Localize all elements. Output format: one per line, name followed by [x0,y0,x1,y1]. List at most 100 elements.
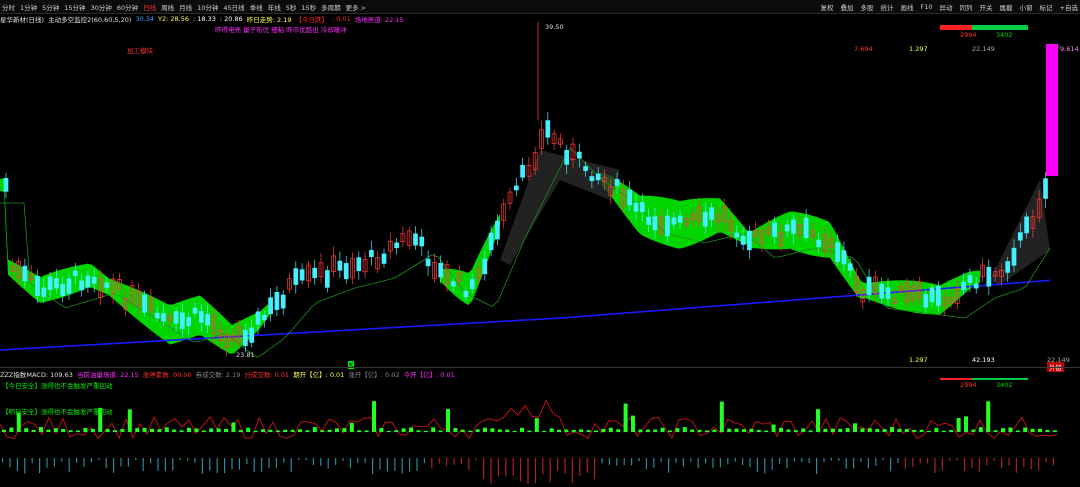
volume-bar [120,429,125,432]
candle-body [488,232,494,251]
candle-body [381,253,387,264]
volume-bar [320,430,325,432]
volume-bar [460,429,465,432]
candle-body [142,294,147,313]
volume-bar [638,429,643,432]
candle-body [639,202,645,212]
macd-histogram-bar [416,458,418,471]
candle-body [879,283,885,299]
candle-body [180,312,185,330]
volume-bar [31,430,36,432]
volume-bar [372,401,376,432]
candle-body [198,310,204,323]
volume-bar [660,427,665,432]
macd-histogram-bar [105,458,107,469]
volume-bar [46,429,51,432]
macd-note-2: 【明日安全】涨得也不会触发严重回动 [2,408,113,416]
volume-bar [978,427,983,432]
volume-bar [594,430,598,432]
macd-histogram-bar [224,458,226,474]
volume-bar [890,427,894,432]
volume-bar [431,427,436,432]
macd-histogram-bar [342,458,344,461]
candle-body [192,307,198,314]
candle-body [747,230,752,251]
volume-bar [764,430,769,432]
volume-bar [83,427,88,432]
volume-bar [142,427,147,432]
volume-bar [860,428,865,432]
macd-histogram-bar [475,458,477,461]
volume-bar [867,428,872,432]
volume-bar [986,401,991,432]
candle-body [413,233,418,246]
macd-histogram-bar [76,458,78,463]
macd-histogram-bar [142,458,144,472]
volume-bar [298,429,302,432]
macd-histogram-bar [135,458,137,461]
macd-histogram-bar [401,458,403,474]
volume-bar [542,430,547,432]
low-price-label: 23.81 [236,351,255,359]
macd-histogram-bar [557,458,559,471]
macd-histogram-bar [312,458,314,466]
macd-e: 分成交数: 0.01 [244,370,290,379]
volume-bar [801,428,806,432]
candle-body [986,266,992,287]
candle-body [369,250,374,258]
macd-histogram-bar [927,458,929,464]
macd-histogram-bar [446,458,448,467]
candle-body [343,263,349,280]
macd-histogram-bar [1023,458,1025,468]
volume-bar [505,429,510,432]
macd-d: 券成交数: 2.19 [195,370,241,379]
candle-body [469,278,475,289]
volume-bar [682,427,687,432]
macd-histogram-bar [668,458,670,473]
macd-histogram-bar [571,458,573,483]
volume-bar [734,428,739,432]
candle-body [205,314,210,326]
macd-histogram-bar [68,458,70,473]
macd-histogram-bar [682,458,684,467]
volume-bar [823,428,828,432]
candle-body [47,276,53,291]
macd-histogram-bar [941,458,943,471]
macd-histogram-bar [705,458,707,464]
volume-bar [527,430,532,432]
kline-chart[interactable] [0,0,1080,487]
macd-histogram-bar [209,458,211,471]
candle-body [772,222,777,237]
candle-body [261,314,267,321]
macd-histogram-bar [845,458,847,469]
volume-bar [1045,429,1050,432]
volume-bar [231,422,236,432]
candle-body [3,178,9,192]
volume-bar [934,427,939,432]
volume-bar [105,429,110,432]
volume-bar [601,428,606,432]
macd-histogram-bar [460,458,462,465]
volume-bar [705,430,709,432]
macd-histogram-bar [113,458,115,473]
volume-bar [586,430,591,432]
volume-bar [793,430,798,432]
macd-histogram-bar [372,458,374,474]
macd-histogram-bar [98,458,100,461]
macd-histogram-bar [1052,458,1054,466]
candle-body [847,263,853,271]
macd-histogram-bar [320,458,322,466]
candle-body [589,176,595,182]
volume-bar [727,428,732,432]
macd-histogram-bar [808,458,810,464]
candle-body [425,258,431,267]
macd-histogram-bar [830,458,832,461]
macd-histogram-bar [534,458,536,484]
macd-histogram-bar [1008,458,1010,466]
macd-histogram-bar [179,458,181,461]
macd-histogram-bar [497,458,499,476]
macd-histogram-bar [164,458,166,472]
macd-title[interactable]: ZZZ指数MACD: 109.63 [0,369,73,379]
volume-bar [423,430,428,432]
macd-histogram-bar [512,458,514,477]
